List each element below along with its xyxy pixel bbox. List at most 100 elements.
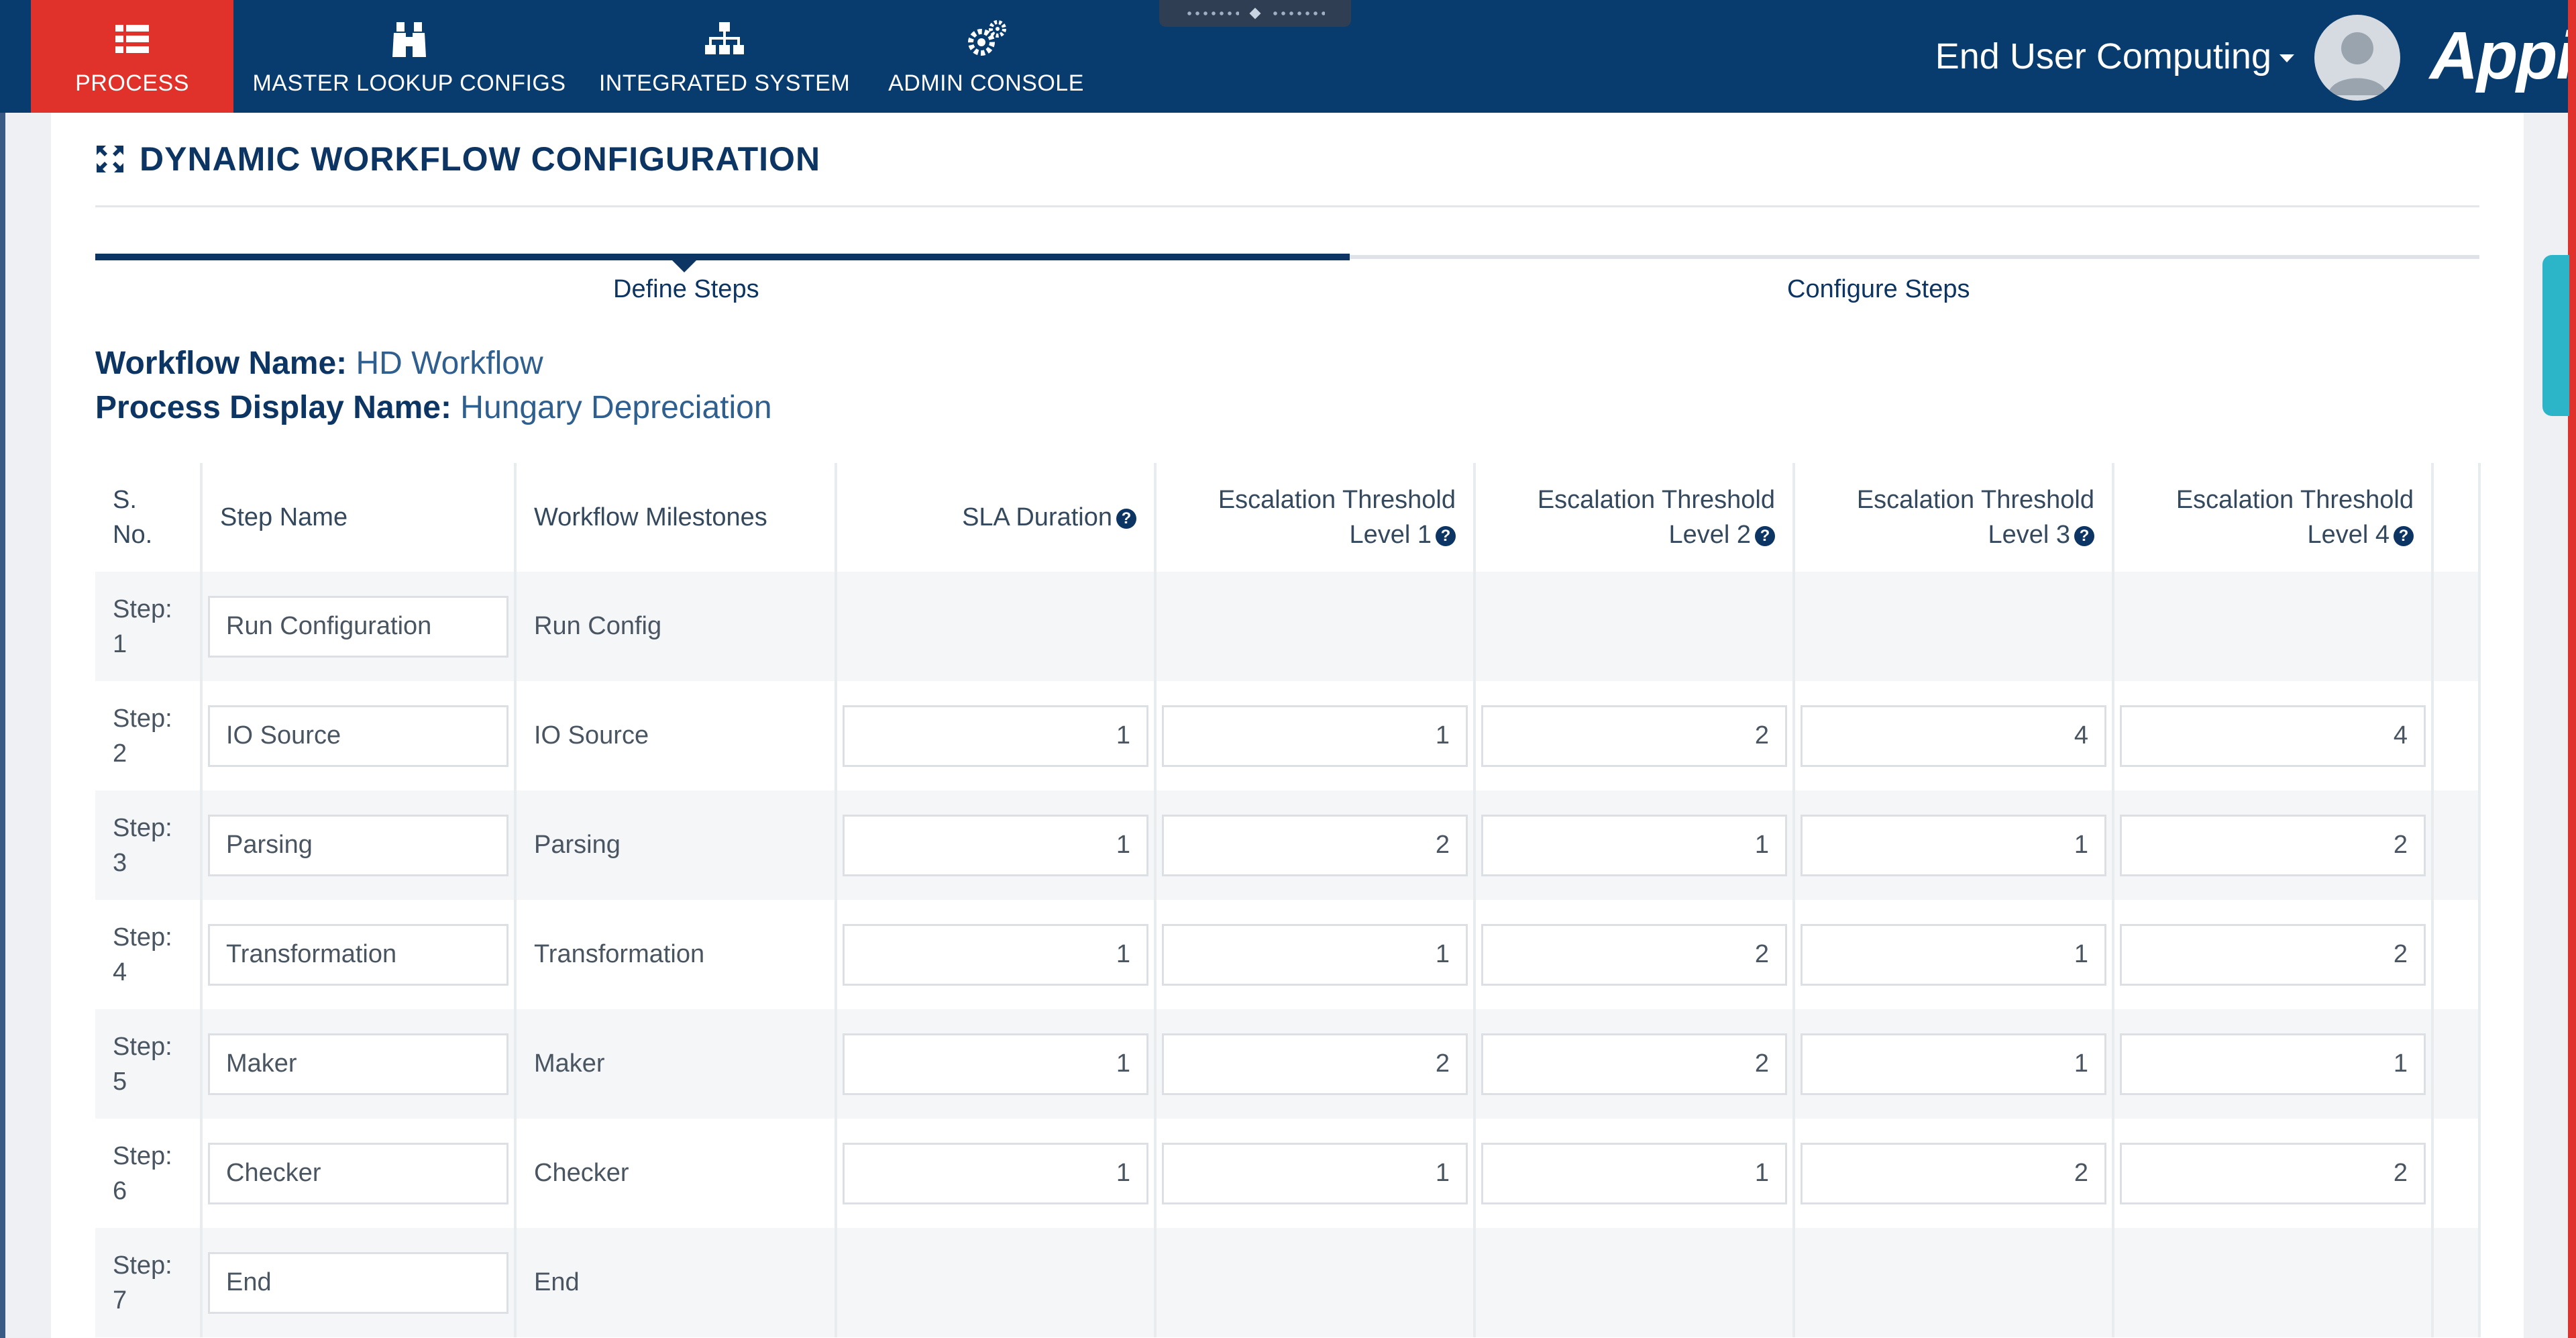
row-spacer-cell bbox=[2432, 900, 2481, 1009]
step-label: Step: bbox=[113, 813, 172, 842]
sla-cell bbox=[836, 790, 1157, 900]
help-icon[interactable]: ? bbox=[1436, 525, 1456, 546]
step-number-cell: Step: 2 bbox=[95, 681, 203, 790]
escalation-threshold-input[interactable] bbox=[1801, 1142, 2106, 1204]
help-icon[interactable]: ? bbox=[2394, 525, 2414, 546]
escalation-threshold-input[interactable] bbox=[1481, 1142, 1787, 1204]
step-label: Step: bbox=[113, 1251, 172, 1280]
row-spacer-cell bbox=[2432, 572, 2481, 681]
column-header-milestones: Workflow Milestones bbox=[515, 463, 837, 572]
table-row: Step: 7 End bbox=[95, 1228, 2481, 1337]
escalation-threshold-input[interactable] bbox=[2120, 923, 2426, 986]
step-name-input[interactable] bbox=[208, 814, 508, 876]
row-spacer-cell bbox=[2432, 1009, 2481, 1119]
escalation-threshold-input[interactable] bbox=[1162, 1142, 1468, 1204]
escalation-threshold-input[interactable] bbox=[1481, 814, 1787, 876]
user-menu-dropdown[interactable]: End User Computing bbox=[1935, 0, 2294, 113]
esc2-cell bbox=[1474, 572, 1795, 681]
table-row: Step: 6 Checker bbox=[95, 1119, 2481, 1228]
column-header-escalation-level-3: Escalation Threshold Level 3? bbox=[1794, 463, 2114, 572]
esc4-cell bbox=[2113, 790, 2434, 900]
sla-cell bbox=[836, 1009, 1157, 1119]
milestone-cell: Run Config bbox=[515, 572, 837, 681]
step-name-cell bbox=[201, 572, 517, 681]
nav-tab-label: MASTER LOOKUP CONFIGS bbox=[252, 70, 566, 96]
escalation-threshold-input[interactable] bbox=[2120, 1033, 2426, 1095]
nav-tab-master-lookup-configs[interactable]: MASTER LOOKUP CONFIGS bbox=[248, 0, 570, 113]
escalation-threshold-input[interactable] bbox=[1481, 923, 1787, 986]
help-icon[interactable]: ? bbox=[1116, 508, 1136, 529]
workflow-name-label: Workflow Name: bbox=[95, 346, 347, 381]
row-spacer-cell bbox=[2432, 1119, 2481, 1228]
milestone-cell: Maker bbox=[515, 1009, 837, 1119]
step-number-cell: Step: 3 bbox=[95, 790, 203, 900]
sla-duration-input[interactable] bbox=[843, 923, 1148, 986]
wizard-step-configure-steps[interactable]: Configure Steps bbox=[1787, 275, 1970, 304]
escalation-threshold-input[interactable] bbox=[2120, 1142, 2426, 1204]
esc1-cell bbox=[1155, 1009, 1476, 1119]
step-number: 4 bbox=[113, 958, 127, 986]
escalation-threshold-input[interactable] bbox=[1481, 705, 1787, 767]
header-text: Escalation Threshold bbox=[1218, 486, 1456, 514]
step-number-cell: Step: 5 bbox=[95, 1009, 203, 1119]
escalation-threshold-input[interactable] bbox=[1801, 705, 2106, 767]
side-feedback-tab[interactable] bbox=[2542, 255, 2569, 416]
step-name-input[interactable] bbox=[208, 595, 508, 658]
column-header-escalation-level-1: Escalation Threshold Level 1? bbox=[1155, 463, 1476, 572]
step-name-input[interactable] bbox=[208, 1033, 508, 1095]
table-row: Step: 1 Run Config bbox=[95, 572, 2481, 681]
list-icon bbox=[115, 24, 149, 53]
milestone-cell: IO Source bbox=[515, 681, 837, 790]
help-icon[interactable]: ? bbox=[2074, 525, 2094, 546]
help-icon[interactable]: ? bbox=[1755, 525, 1775, 546]
step-name-input[interactable] bbox=[208, 1142, 508, 1204]
escalation-threshold-input[interactable] bbox=[1162, 705, 1468, 767]
escalation-threshold-input[interactable] bbox=[1162, 923, 1468, 986]
header-text: Escalation Threshold bbox=[1856, 486, 2094, 514]
esc1-cell bbox=[1155, 790, 1476, 900]
row-spacer-cell bbox=[2432, 790, 2481, 900]
step-name-input[interactable] bbox=[208, 923, 508, 986]
escalation-threshold-input[interactable] bbox=[2120, 814, 2426, 876]
column-header-escalation-level-4: Escalation Threshold Level 4? bbox=[2113, 463, 2434, 572]
escalation-threshold-input[interactable] bbox=[1162, 1033, 1468, 1095]
step-name-input[interactable] bbox=[208, 705, 508, 767]
step-number-cell: Step: 7 bbox=[95, 1228, 203, 1337]
sitemap-icon bbox=[705, 21, 744, 54]
drag-handle[interactable] bbox=[1159, 0, 1351, 27]
sla-duration-input[interactable] bbox=[843, 814, 1148, 876]
avatar[interactable] bbox=[2314, 15, 2400, 101]
sla-cell bbox=[836, 681, 1157, 790]
wizard-progress-fill bbox=[95, 254, 1350, 260]
nav-tab-integrated-system[interactable]: INTEGRATED SYSTEM bbox=[590, 0, 859, 113]
escalation-threshold-input[interactable] bbox=[1801, 814, 2106, 876]
wizard-step-define-steps[interactable]: Define Steps bbox=[613, 275, 759, 304]
nav-tab-admin-console[interactable]: ADMIN CONSOLE bbox=[879, 0, 1093, 113]
sla-duration-input[interactable] bbox=[843, 705, 1148, 767]
process-display-name-label: Process Display Name: bbox=[95, 390, 451, 425]
nav-tab-process[interactable]: PROCESS bbox=[31, 0, 233, 113]
header-text: S. bbox=[113, 486, 137, 514]
milestone-cell: Checker bbox=[515, 1119, 837, 1228]
step-label: Step: bbox=[113, 704, 172, 733]
escalation-threshold-input[interactable] bbox=[1801, 923, 2106, 986]
grip-dots-icon bbox=[1271, 9, 1325, 17]
esc4-cell bbox=[2113, 900, 2434, 1009]
sla-duration-input[interactable] bbox=[843, 1142, 1148, 1204]
brand-logo: Appian bbox=[2430, 18, 2576, 93]
header-text: Escalation Threshold bbox=[2176, 486, 2414, 514]
header-text: Level 4 bbox=[2307, 521, 2390, 549]
header-text: SLA Duration bbox=[962, 503, 1112, 531]
escalation-threshold-input[interactable] bbox=[1162, 814, 1468, 876]
page-title: DYNAMIC WORKFLOW CONFIGURATION bbox=[140, 140, 821, 178]
step-label: Step: bbox=[113, 1032, 172, 1061]
escalation-threshold-input[interactable] bbox=[1481, 1033, 1787, 1095]
escalation-threshold-input[interactable] bbox=[1801, 1033, 2106, 1095]
divider bbox=[95, 205, 2479, 207]
step-name-input[interactable] bbox=[208, 1251, 508, 1314]
step-number: 6 bbox=[113, 1176, 127, 1205]
esc1-cell bbox=[1155, 681, 1476, 790]
escalation-threshold-input[interactable] bbox=[2120, 705, 2426, 767]
step-number-cell: Step: 1 bbox=[95, 572, 203, 681]
sla-duration-input[interactable] bbox=[843, 1033, 1148, 1095]
